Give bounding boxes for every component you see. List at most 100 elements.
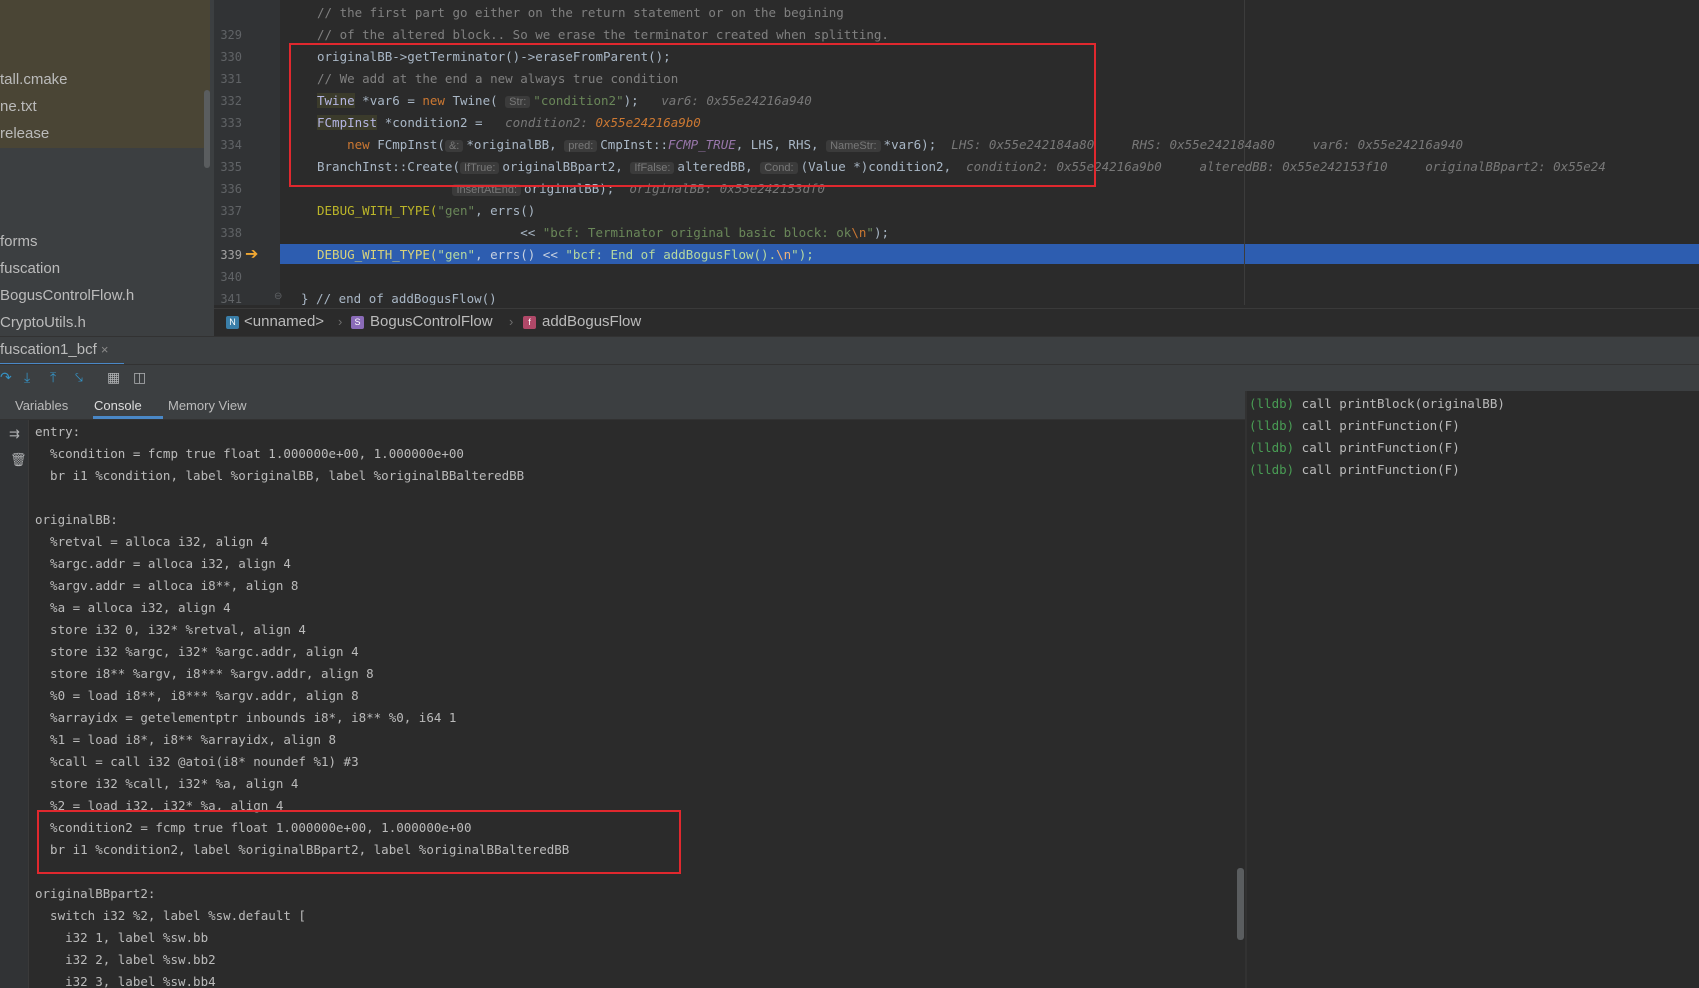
line-number: 331 bbox=[220, 72, 242, 86]
lldb-prompt: (lldb) bbox=[1249, 440, 1295, 455]
console-line: %argv.addr = alloca i8**, align 8 bbox=[35, 578, 299, 593]
execution-arrow-icon: ➔ bbox=[245, 246, 259, 263]
code-token: DEBUG_WITH_TYPE( bbox=[317, 247, 438, 262]
line-number: 340 bbox=[220, 270, 242, 284]
breadcrumb-item[interactable]: BogusControlFlow bbox=[370, 313, 493, 330]
line-number: 333 bbox=[220, 116, 242, 130]
code-line-current: DEBUG_WITH_TYPE("gen", errs() << "bcf: E… bbox=[317, 247, 814, 262]
line-number: 330 bbox=[220, 50, 242, 64]
console-line: %1 = load i8*, i8** %arrayidx, align 8 bbox=[35, 732, 337, 747]
lldb-prompt: (lldb) bbox=[1249, 462, 1295, 477]
console-line: store i32 0, i32* %retval, align 4 bbox=[35, 622, 306, 637]
debug-subtabs: Variables Console Memory View bbox=[0, 391, 1245, 420]
tab-memory-view[interactable]: Memory View bbox=[168, 398, 247, 413]
console-line: br i1 %condition, label %originalBB, lab… bbox=[35, 468, 525, 483]
struct-icon: S bbox=[351, 316, 364, 329]
code-token: "bcf: Terminator original basic block: o… bbox=[542, 225, 852, 240]
line-number: 335 bbox=[220, 160, 242, 174]
console-output[interactable]: ⇉ 🗑 entry: %condition = fcmp true float … bbox=[0, 420, 1245, 988]
lldb-command-pane[interactable]: (lldb) call printBlock(originalBB) (lldb… bbox=[1247, 391, 1699, 988]
run-to-cursor-icon[interactable]: ⤥ bbox=[75, 369, 83, 386]
code-token: "bcf: End of addBogusFlow(). bbox=[557, 247, 777, 262]
highlight-box-code bbox=[289, 43, 1096, 187]
console-line: switch i32 %2, label %sw.default [ bbox=[35, 908, 306, 923]
line-number: 329 bbox=[220, 28, 242, 42]
highlight-box-console bbox=[37, 810, 681, 874]
breadcrumb: N <unnamed> › S BogusControlFlow › f add… bbox=[214, 308, 1699, 335]
console-line: %argc.addr = alloca i32, align 4 bbox=[35, 556, 291, 571]
debug-session-tab[interactable]: fuscation1_bcf × bbox=[0, 341, 109, 358]
line-number: 332 bbox=[220, 94, 242, 108]
console-line: %0 = load i8**, i8*** %argv.addr, align … bbox=[35, 688, 359, 703]
tab-console[interactable]: Console bbox=[94, 398, 142, 413]
debug-session-label: fuscation1_bcf bbox=[0, 341, 97, 358]
line-number: 338 bbox=[220, 226, 242, 240]
code-token: "gen" bbox=[437, 203, 476, 218]
code-token: DEBUG_WITH_TYPE( bbox=[317, 203, 438, 218]
lldb-command: call printFunction(F) bbox=[1294, 418, 1460, 433]
line-number: 341 bbox=[220, 292, 242, 305]
console-line: i32 3, label %sw.bb4 bbox=[35, 974, 216, 988]
tree-item[interactable]: BogusControlFlow.h bbox=[0, 287, 134, 304]
step-out-icon[interactable]: ⤒ bbox=[50, 369, 56, 386]
console-line: %a = alloca i32, align 4 bbox=[35, 600, 231, 615]
lldb-command: call printBlock(originalBB) bbox=[1294, 396, 1505, 411]
tab-variables[interactable]: Variables bbox=[15, 398, 68, 413]
line-number: 334 bbox=[220, 138, 242, 152]
right-margin-guide bbox=[1244, 0, 1245, 305]
evaluate-icon[interactable]: ▦ bbox=[107, 369, 120, 386]
tree-item[interactable]: tall.cmake bbox=[0, 71, 68, 88]
step-into-icon[interactable]: ⤓ bbox=[24, 369, 30, 386]
console-line: %condition = fcmp true float 1.000000e+0… bbox=[35, 446, 464, 461]
soft-wrap-icon[interactable]: ⇉ bbox=[9, 426, 20, 442]
console-line: %arrayidx = getelementptr inbounds i8*, … bbox=[35, 710, 457, 725]
tree-item[interactable]: CryptoUtils.h bbox=[0, 314, 86, 331]
tree-item[interactable]: fuscation bbox=[0, 260, 60, 277]
console-line: i32 2, label %sw.bb2 bbox=[35, 952, 216, 967]
console-gutter: ⇉ 🗑 bbox=[0, 420, 29, 988]
sidebar-scrollbar[interactable] bbox=[204, 90, 210, 168]
line-number: 339 bbox=[220, 248, 242, 262]
fold-icon[interactable]: ⊖ bbox=[274, 291, 282, 302]
code-token: \n bbox=[776, 247, 792, 262]
tree-item[interactable]: forms bbox=[0, 233, 38, 250]
breadcrumb-item[interactable]: <unnamed> bbox=[244, 313, 324, 330]
lldb-prompt: (lldb) bbox=[1249, 418, 1295, 433]
lldb-line: (lldb) call printFunction(F) bbox=[1249, 440, 1460, 455]
tree-item[interactable]: ne.txt bbox=[0, 98, 37, 115]
project-sidebar: tall.cmake ne.txt release forms fuscatio… bbox=[0, 0, 214, 336]
lldb-command: call printFunction(F) bbox=[1294, 440, 1460, 455]
lldb-command: call printFunction(F) bbox=[1294, 462, 1460, 477]
lldb-line: (lldb) call printFunction(F) bbox=[1249, 418, 1460, 433]
layout-icon[interactable]: ◫ bbox=[133, 369, 146, 386]
tree-item[interactable]: release bbox=[0, 125, 49, 142]
code-line: } // end of addBogusFlow() bbox=[301, 291, 497, 305]
console-line: originalBB: bbox=[35, 512, 118, 527]
console-scrollbar[interactable] bbox=[1237, 868, 1244, 940]
console-line: i32 1, label %sw.bb bbox=[35, 930, 209, 945]
console-line: store i8** %argv, i8*** %argv.addr, alig… bbox=[35, 666, 374, 681]
debug-window-header: fuscation1_bcf × bbox=[0, 336, 1699, 365]
code-token: , errs() bbox=[475, 203, 536, 218]
step-over-icon[interactable]: ↷ bbox=[0, 369, 12, 386]
code-line: // the first part go either on the retur… bbox=[317, 5, 844, 20]
code-token: "); bbox=[791, 247, 814, 262]
console-line: store i32 %argc, i32* %argc.addr, align … bbox=[35, 644, 359, 659]
code-editor[interactable]: 329 330 331 332 333 334 335 336 337 338 … bbox=[214, 0, 1699, 305]
close-icon[interactable]: × bbox=[101, 342, 109, 357]
clear-icon[interactable]: 🗑 bbox=[10, 452, 27, 468]
namespace-icon: N bbox=[226, 316, 239, 329]
code-line: // of the altered block.. So we erase th… bbox=[317, 27, 889, 42]
console-line: %retval = alloca i32, align 4 bbox=[35, 534, 269, 549]
code-token: << bbox=[542, 247, 558, 262]
console-line: originalBBpart2: bbox=[35, 886, 156, 901]
chevron-right-icon: › bbox=[338, 314, 343, 329]
lldb-line: (lldb) call printBlock(originalBB) bbox=[1249, 396, 1505, 411]
lldb-prompt: (lldb) bbox=[1249, 396, 1295, 411]
chevron-right-icon: › bbox=[509, 314, 514, 329]
code-token: , errs() bbox=[475, 247, 543, 262]
code-token: "gen" bbox=[437, 247, 476, 262]
line-number: 337 bbox=[220, 204, 242, 218]
breadcrumb-item[interactable]: addBogusFlow bbox=[542, 313, 641, 330]
code-token: ); bbox=[873, 225, 889, 240]
